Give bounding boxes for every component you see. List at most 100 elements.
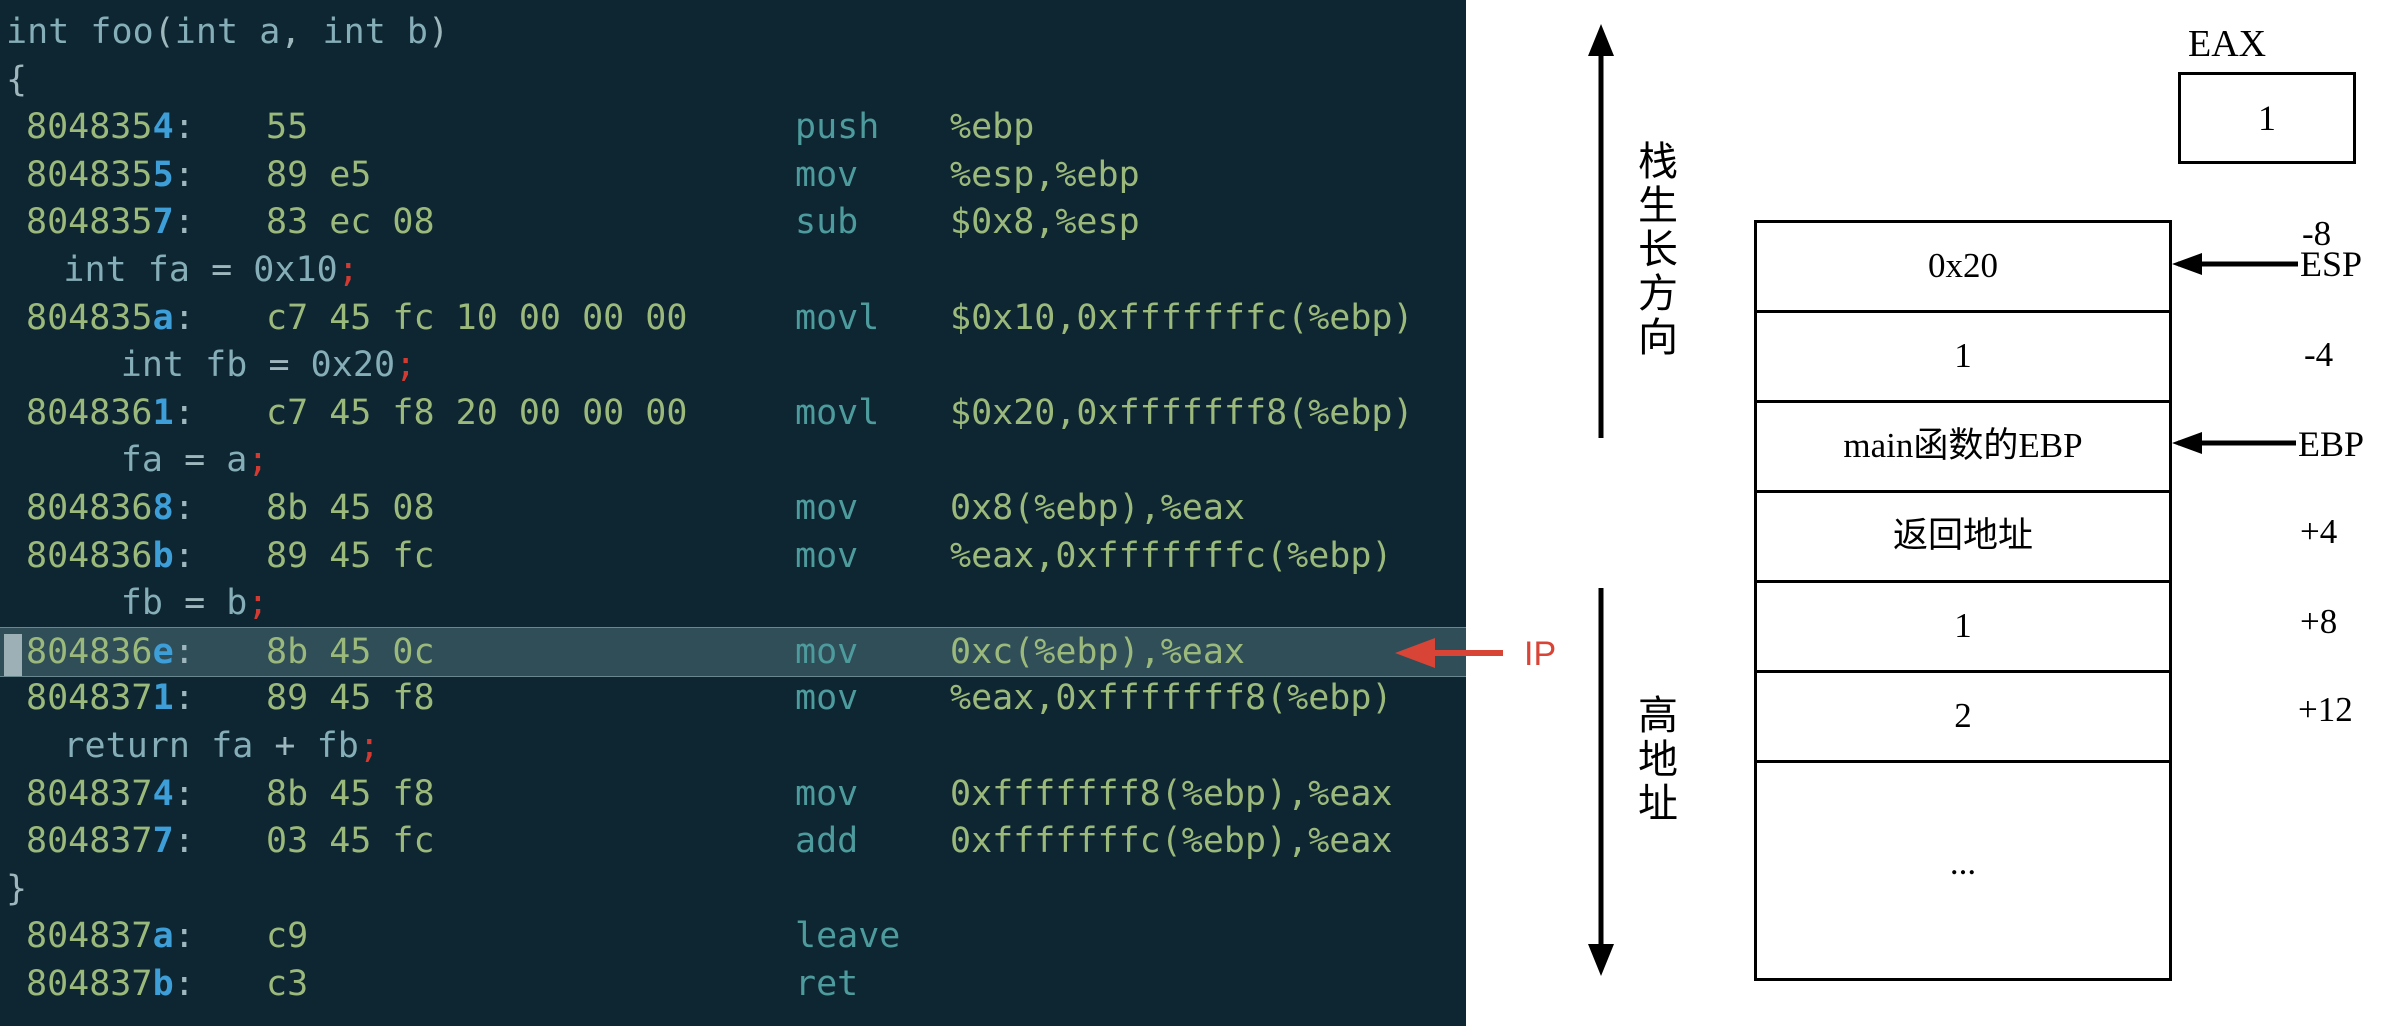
asm-mnemonic: mov [795, 488, 859, 528]
source-text [253, 722, 274, 770]
asm-operands: $0x10,0xfffffffc(%ebp) [950, 297, 1414, 338]
source-text: a [168, 250, 190, 290]
stack-frame: 0x20 1 main函数的EBP 返回地址 1 2... [1754, 220, 2172, 981]
stack-growth-label: 栈生长方向 [1638, 139, 1678, 360]
asm-colon: : [173, 964, 195, 1004]
asm-bytes: c7 45 fc 10 00 00 00 [266, 297, 688, 338]
source-text: t [217, 12, 239, 52]
asm-bytes: c3 [266, 964, 309, 1004]
source-text: a [232, 726, 254, 766]
stack-cell: 1 [1757, 310, 2169, 403]
source-text: ; [247, 583, 269, 624]
source-text: o [132, 12, 154, 52]
source-text: = [268, 345, 290, 386]
source-text: ; [395, 345, 417, 386]
source-text [386, 8, 407, 56]
source-line: fb = b; [0, 579, 1466, 627]
source-text: r [147, 726, 169, 766]
asm-line: 804837 4: 8b 45 f8 mov 0xfffffff8(%ebp),%eax [0, 770, 1466, 818]
asm-address: 804835 [26, 297, 153, 338]
source-line: { [0, 56, 1466, 104]
asm-bytes: 03 45 fc [266, 821, 435, 862]
source-text [247, 341, 268, 389]
stack-cell: main函数的EBP [1757, 400, 2169, 493]
asm-bytes: 8b 45 f8 [266, 773, 435, 814]
source-text: a [141, 440, 163, 481]
source-text: { [6, 59, 28, 100]
source-text: i [322, 12, 344, 52]
stack-offset-label: +12 [2298, 690, 2353, 729]
source-text: a [226, 440, 248, 481]
asm-bytes: 89 e5 [266, 154, 372, 195]
source-text [301, 8, 322, 56]
source-text: b [141, 583, 163, 624]
source-text [190, 722, 211, 770]
source-text [184, 341, 205, 389]
asm-colon: : [173, 488, 195, 528]
source-text: 0 [310, 345, 332, 386]
asm-bytes: c7 45 f8 20 00 00 00 [266, 392, 688, 433]
source-text: , [280, 12, 302, 52]
source-text: i [174, 12, 196, 52]
source-text: t [105, 726, 127, 766]
asm-operands: 0xc(%ebp),%eax [950, 631, 1246, 672]
source-text: ; [337, 250, 359, 290]
source-text: f [205, 345, 227, 386]
asm-mnemonic: mov [795, 678, 859, 719]
asm-line: 804836 b: 89 45 fc mov %eax,0xfffffffc(%ebp) [0, 532, 1466, 580]
stack-offset-label: +8 [2300, 602, 2338, 641]
source-text [127, 246, 148, 294]
source-text: n [343, 12, 365, 52]
source-text: = [184, 583, 206, 624]
asm-bytes: 55 [266, 107, 309, 148]
asm-mnemonic: movl [795, 297, 880, 338]
asm-colon: : [173, 297, 195, 338]
asm-line: 804835 5: 89 e5 mov %esp,%ebp [0, 151, 1466, 199]
asm-colon: : [173, 535, 195, 576]
source-text [69, 8, 90, 56]
source-line: } [0, 865, 1466, 913]
source-text: } [6, 868, 28, 909]
asm-colon: : [173, 821, 195, 862]
stack-cell: 返回地址 [1757, 490, 2169, 583]
source-text: = [211, 250, 233, 290]
source-text: 0 [316, 250, 338, 290]
asm-bytes: 89 45 fc [266, 535, 435, 576]
asm-address: 804835 [26, 107, 153, 148]
asm-line: 804835 4: 55 push %ebp [0, 103, 1466, 151]
source-text: ; [358, 726, 380, 766]
asm-line: 804836 8: 8b 45 08 mov 0x8(%ebp),%eax [0, 484, 1466, 532]
source-text: ( [153, 12, 175, 52]
asm-colon: : [173, 154, 195, 195]
asm-mnemonic: mov [795, 154, 859, 195]
stack-cell: 2 [1757, 670, 2169, 763]
source-text [205, 436, 226, 484]
asm-bytes: 83 ec 08 [266, 202, 435, 243]
source-line: int fa = 0 x 1 0; [0, 246, 1466, 294]
asm-address: 804836 [26, 392, 153, 433]
asm-line: 804836 1: c7 45 f8 20 00 00 00 movl $0x20,0x… [0, 389, 1466, 437]
source-text: 1 [295, 250, 317, 290]
source-text [190, 246, 211, 294]
asm-mnemonic: sub [795, 202, 859, 243]
asm-operands: 0xfffffffc(%ebp),%eax [950, 821, 1393, 862]
source-text: n [141, 345, 163, 386]
source-text: n [195, 12, 217, 52]
source-text [205, 579, 226, 627]
asm-mnemonic: mov [795, 535, 859, 576]
asm-address-suffix: 4 [152, 107, 174, 148]
high-address-label: 高地址 [1638, 693, 1678, 826]
asm-address-suffix: 7 [152, 202, 174, 243]
asm-address-suffix: b [152, 535, 174, 576]
asm-operands: %eax,0xfffffffc(%ebp) [950, 535, 1393, 576]
ebp-label: EBP [2298, 424, 2365, 464]
source-text: n [84, 250, 106, 290]
asm-address-suffix: 1 [152, 678, 174, 719]
asm-operands: $0x20,0xfffffff8(%ebp) [950, 392, 1414, 433]
asm-line: 804837 7: 03 45 fc add 0xfffffffc(%ebp),%eax [0, 817, 1466, 865]
asm-line: 804835 7: 83 ec 08 sub $0x8,%esp [0, 198, 1466, 246]
asm-operands: %esp,%ebp [950, 154, 1140, 195]
asm-address-suffix: a [152, 916, 174, 957]
asm-mnemonic: mov [795, 631, 859, 672]
stack-offset-label: +4 [2300, 512, 2338, 551]
